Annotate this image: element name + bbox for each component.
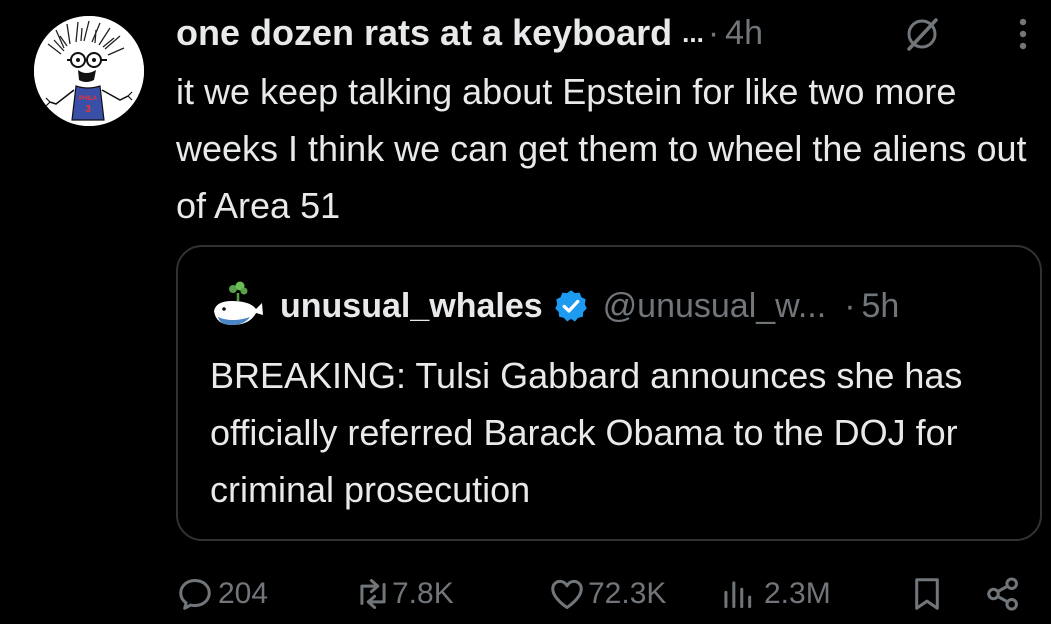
quote-time[interactable]: 5h — [862, 287, 900, 326]
quoted-tweet-card[interactable]: unusual_whales @unusual_w... · 5h BREAKI… — [176, 245, 1042, 541]
quote-text: BREAKING: Tulsi Gabbard announces she ha… — [210, 355, 963, 510]
avatar-jersey-text: PHILA — [79, 96, 98, 102]
quote-handle[interactable]: @unusual_w... — [603, 287, 827, 326]
views-button[interactable]: 2.3M — [718, 570, 831, 618]
quote-display-name[interactable]: unusual_whales — [280, 287, 543, 326]
rat-drawing-avatar-image: PHILA 3 — [34, 16, 144, 126]
name-truncation: ... — [682, 17, 704, 48]
reply-count: 204 — [218, 577, 269, 610]
quote-header: unusual_whales @unusual_w... · 5h — [280, 281, 899, 331]
tweet-time[interactable]: 4h — [725, 14, 763, 53]
share-icon — [987, 577, 1018, 611]
views-icon — [724, 581, 752, 609]
quote-separator: · — [844, 286, 856, 325]
author-display-name[interactable]: one dozen rats at a keyboard — [176, 12, 672, 54]
reply-button[interactable]: 204 — [176, 570, 268, 618]
bookmark-icon — [915, 578, 939, 610]
views-count: 2.3M — [764, 577, 831, 610]
repost-button[interactable]: 7.8K — [354, 570, 454, 618]
repost-icon — [360, 579, 386, 609]
action-bar: 204 7.8K 72.3K 2.3M — [0, 570, 1051, 618]
like-count: 72.3K — [588, 577, 667, 610]
like-icon — [551, 579, 583, 609]
grok-icon[interactable] — [902, 14, 942, 54]
reply-icon — [179, 579, 211, 610]
meta-separator: · — [707, 13, 720, 52]
like-button[interactable]: 72.3K — [548, 570, 666, 618]
tweet-header: one dozen rats at a keyboard ... · 4h — [176, 10, 763, 56]
whale-avatar-icon — [214, 281, 263, 325]
share-button[interactable] — [984, 570, 1022, 618]
tweet-text: it we keep talking about Epstein for lik… — [176, 71, 1027, 226]
bookmark-button[interactable] — [908, 570, 946, 618]
repost-count: 7.8K — [392, 577, 454, 610]
author-avatar[interactable]: PHILA 3 — [34, 16, 144, 126]
more-icon[interactable] — [1008, 14, 1038, 54]
avatar-jersey-number: 3 — [85, 104, 91, 115]
verified-icon — [554, 290, 587, 322]
